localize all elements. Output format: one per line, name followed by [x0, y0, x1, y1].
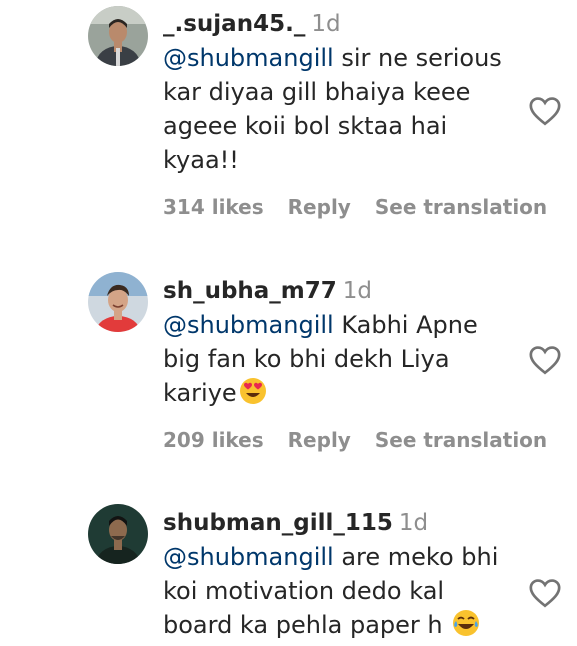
comment-text: @shubmangill Kabhi Apne big fan ko bhi d…	[163, 308, 523, 410]
comment-text-line: ageee koii bol sktaa hai	[163, 112, 448, 140]
laughing-tears-emoji-icon	[453, 610, 480, 636]
comment-text: @shubmangill sir ne serious kar diyaa gi…	[163, 41, 523, 177]
comment-text-line: sir ne serious	[333, 44, 502, 72]
comment-text-line: kyaa!!	[163, 146, 239, 174]
comment-text-line: big fan ko bhi dekh Liya	[163, 345, 450, 373]
reply-button[interactable]: Reply	[288, 195, 351, 219]
reply-button[interactable]: Reply	[288, 428, 351, 452]
likes-count[interactable]: 314 likes	[163, 195, 264, 219]
heart-icon[interactable]	[528, 576, 562, 610]
avatar-image	[88, 504, 148, 564]
comment-text-line: kar diyaa gill bhaiya keee	[163, 78, 471, 106]
timestamp[interactable]: 1d	[343, 278, 372, 304]
comment-text-line: are meko bhi	[333, 543, 499, 571]
timestamp[interactable]: 1d	[311, 11, 340, 37]
comment-header: shubman_gill_115 1d	[163, 509, 523, 537]
comment-text: @shubmangill are meko bhi koi motivation…	[163, 540, 523, 642]
heart-icon[interactable]	[528, 94, 562, 128]
username[interactable]: shubman_gill_115	[163, 510, 393, 536]
comment-header: _.sujan45._ 1d	[163, 10, 523, 38]
avatar[interactable]	[88, 272, 148, 332]
mention-link[interactable]: @shubmangill	[163, 311, 334, 339]
username[interactable]: _.sujan45._	[163, 11, 305, 37]
comment-text-line: board ka pehla paper h	[163, 611, 451, 639]
mention-link[interactable]: @shubmangill	[163, 543, 334, 571]
see-translation-button[interactable]: See translation	[375, 195, 547, 219]
heart-icon[interactable]	[528, 343, 562, 377]
comment-text-line: Kabhi Apne	[333, 311, 478, 339]
likes-count[interactable]: 209 likes	[163, 428, 264, 452]
comment-header: sh_ubha_m77 1d	[163, 277, 523, 305]
mention-link[interactable]: @shubmangill	[163, 44, 334, 72]
comment-actions: 209 likes Reply See translation	[163, 428, 547, 452]
timestamp[interactable]: 1d	[399, 510, 428, 536]
avatar[interactable]	[88, 6, 148, 66]
comment-text-line: koi motivation dedo kal	[163, 577, 445, 605]
avatar-image	[88, 272, 148, 332]
avatar-image	[88, 6, 148, 66]
heart-eyes-emoji-icon	[239, 378, 266, 404]
username[interactable]: sh_ubha_m77	[163, 278, 337, 304]
see-translation-button[interactable]: See translation	[375, 428, 547, 452]
comment-actions: 314 likes Reply See translation	[163, 195, 547, 219]
comment-text-line: kariye	[163, 379, 237, 407]
avatar[interactable]	[88, 504, 148, 564]
